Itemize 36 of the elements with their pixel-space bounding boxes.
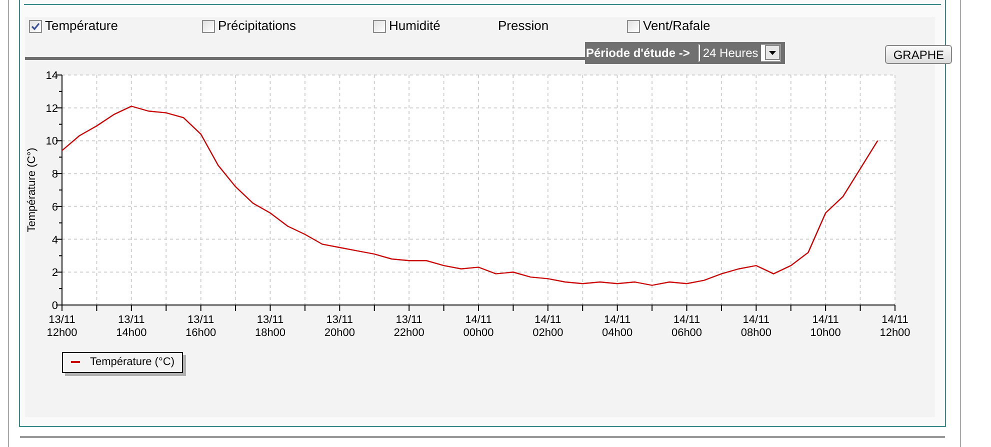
filter-label: Vent/Rafale xyxy=(643,17,710,36)
x-tick-label: 14/11 08h00 xyxy=(740,314,772,339)
filter-label: Pression xyxy=(498,17,549,36)
x-tick-label: 13/11 22h00 xyxy=(394,314,424,339)
filter-label: Humidité xyxy=(389,17,440,36)
x-tick-label: 14/11 00h00 xyxy=(463,314,494,339)
checkbox[interactable] xyxy=(373,20,386,32)
x-tick-label: 14/11 02h00 xyxy=(532,314,564,339)
x-tick-label: 14/11 06h00 xyxy=(671,314,702,339)
checkbox[interactable] xyxy=(202,20,215,32)
y-tick-label: 12 xyxy=(46,102,58,115)
x-tick-label: 13/11 18h00 xyxy=(254,314,286,339)
y-tick-label: 2 xyxy=(52,267,58,280)
checkbox[interactable] xyxy=(29,20,42,32)
legend-label: Température (°C) xyxy=(90,354,174,370)
x-tick-label: 13/11 16h00 xyxy=(186,314,216,339)
period-select[interactable]: 24 Heures xyxy=(698,44,782,62)
x-tick-label: 13/11 20h00 xyxy=(324,314,355,339)
filter-label: Précipitations xyxy=(218,17,296,36)
graph-button[interactable]: GRAPHE xyxy=(885,45,952,64)
y-tick-label: 4 xyxy=(52,234,58,246)
checkbox[interactable] xyxy=(627,20,640,32)
y-tick-label: 14 xyxy=(46,70,58,82)
x-tick-label: 14/11 12h00 xyxy=(880,314,910,339)
period-value: 24 Heures xyxy=(700,44,762,62)
x-tick-label: 13/11 14h00 xyxy=(116,314,147,339)
check-icon xyxy=(31,22,40,30)
y-tick-label: 10 xyxy=(46,136,58,148)
filter-label: Température xyxy=(45,17,118,36)
x-tick-label: 13/11 12h00 xyxy=(46,314,78,339)
y-tick-label: 6 xyxy=(52,201,58,214)
y-axis-title: Température (C°) xyxy=(26,148,38,232)
x-tick-label: 14/11 10h00 xyxy=(810,314,841,339)
period-label: Période d'étude -> xyxy=(586,44,690,62)
x-tick-label: 14/11 04h00 xyxy=(602,314,633,339)
y-tick-label: 8 xyxy=(52,168,58,181)
